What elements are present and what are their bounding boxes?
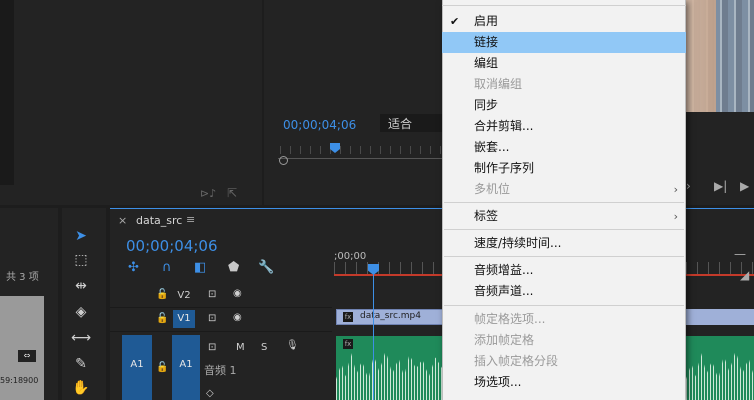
- linked-selection-icon[interactable]: ◧: [194, 260, 206, 275]
- timeline-timecode[interactable]: 00;00;04;06: [126, 237, 218, 255]
- track-select-tool-icon[interactable]: ⬚: [70, 250, 92, 270]
- step-forward-icon[interactable]: ›: [686, 179, 691, 193]
- menu-item-ungroup: 取消编组: [474, 77, 523, 91]
- zoom-handle[interactable]: [279, 156, 288, 165]
- menu-top-edge: [442, 0, 686, 6]
- menu-item-speed-duration[interactable]: 速度/持续时间...: [442, 233, 686, 254]
- close-tab-icon[interactable]: ×: [118, 214, 127, 227]
- ruler-start-timecode: ;00;00: [334, 251, 367, 262]
- program-monitor-panel: [264, 0, 444, 205]
- source-monitor-panel: [0, 0, 262, 205]
- keyframe-icon[interactable]: ◇: [206, 388, 214, 399]
- sync-lock-icon[interactable]: ⊡: [208, 313, 216, 324]
- menu-item-label[interactable]: 标签 ›: [442, 206, 686, 227]
- fx-badge: fx: [343, 339, 353, 349]
- go-to-out-icon[interactable]: ▶: [740, 179, 749, 193]
- menu-item-field-options[interactable]: 场选项...: [442, 372, 686, 393]
- menu-item-group[interactable]: 编组: [442, 53, 686, 74]
- program-scrub-ticks: [280, 146, 444, 154]
- menu-item-link[interactable]: 链接: [442, 32, 686, 53]
- pen-tool-icon[interactable]: ✎: [70, 354, 92, 374]
- track-label-v1[interactable]: V1: [173, 310, 195, 328]
- audio-track-name: 音频 1: [204, 364, 237, 377]
- video-preview-image: [686, 0, 754, 112]
- lock-icon[interactable]: 🔓: [156, 313, 168, 324]
- menu-item-audio-channels[interactable]: 音频声道...: [442, 281, 686, 302]
- program-scrub-bar[interactable]: [278, 158, 444, 159]
- menu-item-add-frame-hold: 添加帧定格: [474, 333, 535, 347]
- fx-badge: fx: [343, 312, 353, 322]
- menu-item-enable[interactable]: ✔ 启用: [442, 11, 686, 32]
- playhead-line: [373, 275, 374, 400]
- menu-item-multicamera: 多机位 ›: [442, 179, 686, 200]
- track-label-v2[interactable]: V2: [173, 287, 195, 305]
- ripple-edit-tool-icon[interactable]: ⇹: [70, 276, 92, 296]
- razor-tool-icon[interactable]: ◈: [70, 302, 92, 322]
- panel-menu-icon[interactable]: ≡: [186, 213, 195, 226]
- menu-item-synchronize[interactable]: 同步: [442, 95, 686, 116]
- hand-tool-icon[interactable]: ✋: [70, 378, 92, 398]
- export-frame-icon[interactable]: ⇱: [227, 186, 237, 200]
- selection-tool-icon[interactable]: ➤: [70, 226, 92, 246]
- play-forward-icon[interactable]: ▶|: [714, 179, 727, 193]
- add-marker-icon[interactable]: ⬟: [228, 260, 239, 275]
- menu-separator: [444, 202, 684, 203]
- track-header-v2: [110, 284, 332, 308]
- sync-lock-icon[interactable]: ⊡: [208, 342, 216, 353]
- snap-magnet-icon[interactable]: ∩: [162, 260, 172, 275]
- program-timecode[interactable]: 00;00;04;06: [283, 118, 356, 132]
- lock-icon[interactable]: 🔓: [156, 289, 168, 300]
- menu-separator: [444, 256, 684, 257]
- submenu-arrow-icon: ›: [673, 210, 678, 223]
- audio-waveform: [336, 350, 444, 400]
- slip-tool-icon[interactable]: ⟷: [70, 328, 92, 348]
- checkmark-icon: ✔: [450, 15, 460, 28]
- menu-separator: [444, 229, 684, 230]
- video-clip-right[interactable]: [686, 309, 754, 325]
- audio-waveform: [686, 350, 754, 400]
- mark-in-icon[interactable]: ⊳♪: [200, 187, 216, 200]
- eye-icon[interactable]: ◉: [233, 288, 242, 299]
- menu-separator: [444, 305, 684, 306]
- sync-lock-icon[interactable]: ⊡: [208, 289, 216, 300]
- item-count: 共 3 项: [6, 272, 39, 283]
- solo-button[interactable]: S: [261, 342, 267, 353]
- track-label-a1[interactable]: A1: [172, 335, 200, 400]
- settings-wrench-icon[interactable]: 🔧: [258, 260, 274, 275]
- menu-item-insert-frame-hold: 插入帧定格分段: [474, 354, 559, 368]
- time-ruler[interactable]: [334, 262, 444, 274]
- source-patch-a1[interactable]: A1: [122, 335, 152, 400]
- menu-item-make-subsequence[interactable]: 制作子序列: [442, 158, 686, 179]
- submenu-arrow-icon: ›: [673, 183, 678, 196]
- render-bar: [334, 274, 444, 276]
- menu-item-nest[interactable]: 嵌套...: [442, 137, 686, 158]
- video-clip-name: data_src.mp4: [360, 311, 421, 321]
- eye-icon[interactable]: ◉: [233, 312, 242, 323]
- source-monitor-frame: [0, 0, 14, 185]
- project-item-duration: 59:18900: [0, 376, 39, 385]
- mute-button[interactable]: M: [236, 342, 245, 353]
- microphone-icon[interactable]: 🎙: [286, 340, 299, 351]
- menu-item-frame-hold-options: 帧定格选项...: [474, 312, 546, 326]
- menu-item-merge-clips[interactable]: 合并剪辑...: [442, 116, 686, 137]
- zoom-in-icon[interactable]: ◢: [740, 268, 749, 282]
- sequence-tab-title[interactable]: data_src: [136, 214, 182, 227]
- menu-item-audio-gain[interactable]: 音频增益...: [442, 260, 686, 281]
- audio-clip-right[interactable]: [686, 336, 754, 400]
- nest-snap-icon[interactable]: ✣: [128, 260, 139, 275]
- zoom-out-icon[interactable]: —: [734, 247, 746, 261]
- fit-dropdown[interactable]: 适合: [380, 114, 444, 132]
- track-header-v1: [110, 308, 332, 332]
- lock-icon[interactable]: 🔓: [156, 362, 168, 373]
- sequence-badge-icon: ⇔: [18, 350, 36, 362]
